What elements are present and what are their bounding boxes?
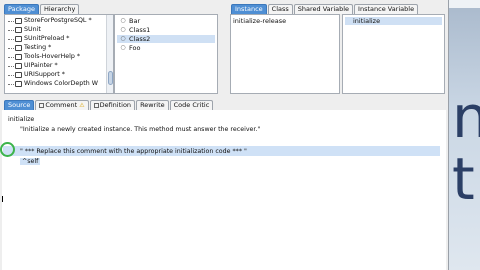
- list-item[interactable]: UIPainter *: [8, 62, 58, 70]
- code-return-statement: ^self: [20, 158, 41, 165]
- warning-icon: ⚠: [79, 102, 85, 109]
- class-list[interactable]: ○ Bar ○ Class1 ○ Class2 ○ Foo: [114, 14, 218, 94]
- package-label: URISupport *: [24, 71, 65, 78]
- tab-rewrite[interactable]: Rewrite: [136, 100, 169, 110]
- class-label: Foo: [129, 44, 141, 52]
- package-label: Testing *: [24, 44, 52, 51]
- tree-connector: [8, 65, 14, 67]
- tree-connector: [8, 38, 14, 40]
- list-item[interactable]: StoreForPostgreSQL *: [8, 17, 92, 25]
- tab-class[interactable]: Class: [267, 4, 293, 14]
- tree-connector: [8, 20, 14, 22]
- list-item[interactable]: URISupport *: [8, 71, 65, 79]
- side-tabs: Instance Class Shared Variable Instance …: [231, 4, 419, 14]
- list-item[interactable]: Testing *: [8, 44, 51, 52]
- list-item[interactable]: ○ Bar: [117, 17, 215, 25]
- scroll-thumb[interactable]: [108, 71, 113, 85]
- class-label: Bar: [129, 17, 141, 25]
- tab-definition[interactable]: Definition: [89, 100, 136, 110]
- tab-comment[interactable]: Comment ⚠: [35, 100, 89, 110]
- package-icon: [15, 54, 22, 60]
- tab-definition-label: Definition: [99, 101, 132, 109]
- protocol-item[interactable]: initialize-release: [233, 17, 286, 25]
- tree-connector: [8, 56, 14, 58]
- list-item[interactable]: SUnit: [8, 26, 41, 34]
- method-list[interactable]: initialize: [342, 14, 445, 94]
- list-item[interactable]: ○ Foo: [117, 44, 215, 52]
- code-tabs: Source Comment ⚠ Definition Rewrite Code …: [4, 100, 214, 110]
- desktop-top-bar: [448, 0, 480, 8]
- tree-connector: [8, 83, 14, 85]
- method-item-selected[interactable]: initialize: [345, 17, 442, 25]
- class-label: Class2: [129, 35, 151, 43]
- package-scrollbar[interactable]: [106, 15, 113, 93]
- system-browser-window: Package Hierarchy Instance Class Shared …: [0, 0, 449, 270]
- package-list[interactable]: StoreForPostgreSQL * SUnit SUnitPreload …: [4, 14, 114, 94]
- list-item[interactable]: SUnitPreload *: [8, 35, 69, 43]
- tab-code-critic[interactable]: Code Critic: [169, 100, 214, 110]
- desktop-letter: n: [452, 83, 480, 151]
- package-label: Windows ColorDepth W: [24, 80, 98, 87]
- package-label: Tools-HoverHelp *: [24, 53, 81, 60]
- package-icon: [15, 63, 22, 69]
- list-item[interactable]: Windows ColorDepth W: [8, 80, 98, 88]
- class-icon: ○: [120, 17, 126, 24]
- definition-icon: [93, 102, 99, 108]
- tree-connector: [8, 29, 14, 31]
- package-label: SUnitPreload *: [24, 35, 70, 42]
- tab-hierarchy[interactable]: Hierarchy: [39, 4, 80, 14]
- class-icon: ○: [120, 44, 126, 51]
- package-icon: [15, 72, 22, 78]
- tree-connector: [8, 74, 14, 76]
- desktop-letter: t: [452, 145, 475, 213]
- code-method-selector: initialize: [8, 116, 35, 123]
- code-comment: "Initialize a newly created instance. Th…: [20, 126, 261, 133]
- package-icon: [15, 18, 22, 24]
- package-icon: [15, 81, 22, 87]
- comment-icon: [39, 102, 45, 108]
- class-label: Class1: [129, 26, 151, 34]
- package-label: UIPainter *: [24, 62, 58, 69]
- tab-source[interactable]: Source: [4, 100, 35, 110]
- list-item[interactable]: Tools-HoverHelp *: [8, 53, 80, 61]
- mouse-cursor: [2, 196, 6, 202]
- protocol-list[interactable]: initialize-release: [230, 14, 340, 94]
- navigator-tabs: Package Hierarchy: [4, 4, 80, 14]
- tab-instance-variable[interactable]: Instance Variable: [354, 4, 419, 14]
- package-icon: [15, 27, 22, 33]
- package-icon: [15, 45, 22, 51]
- code-placeholder-comment: " *** Replace this comment with the appr…: [20, 148, 247, 155]
- package-label: SUnit: [24, 26, 41, 33]
- list-item[interactable]: ○ Class1: [117, 26, 215, 34]
- list-item-selected[interactable]: ○ Class2: [117, 35, 215, 43]
- tab-instance[interactable]: Instance: [231, 4, 267, 14]
- class-icon: ○: [120, 35, 126, 42]
- tree-connector: [8, 47, 14, 49]
- code-editor[interactable]: [2, 110, 446, 270]
- tab-shared-variable[interactable]: Shared Variable: [293, 4, 354, 14]
- tab-package[interactable]: Package: [4, 4, 39, 14]
- click-indicator-ring: [0, 142, 15, 157]
- package-label: StoreForPostgreSQL *: [24, 17, 92, 24]
- package-icon: [15, 36, 22, 42]
- tab-comment-label: Comment: [45, 101, 78, 109]
- class-icon: ○: [120, 26, 126, 33]
